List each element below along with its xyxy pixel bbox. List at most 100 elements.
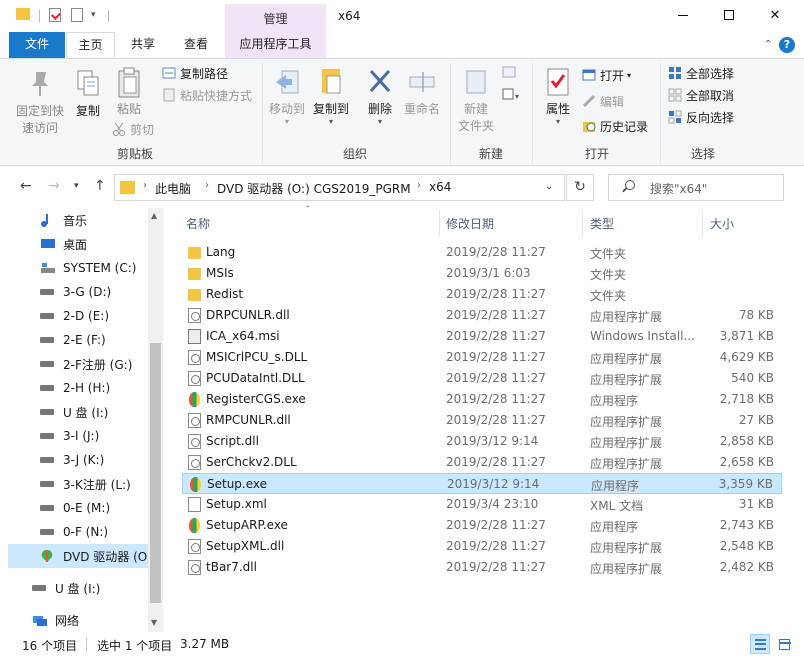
- copy-path-button[interactable]: 复制路径: [162, 63, 228, 83]
- pin-quick-access-button[interactable]: 固定到快 速访问: [10, 69, 70, 136]
- open-button[interactable]: 打开 ▾: [582, 65, 631, 85]
- pin-icon: [27, 69, 53, 99]
- table-row[interactable]: MSIs 2019/3/1 6:03 文件夹: [182, 263, 782, 284]
- tab-share[interactable]: 共享: [119, 32, 167, 58]
- breadcrumb-x64[interactable]: x64: [429, 180, 451, 194]
- file-type: 应用程序: [590, 520, 639, 534]
- close-button[interactable]: ✕: [752, 0, 798, 30]
- properties-button[interactable]: 属性 ▾: [540, 67, 576, 126]
- table-row[interactable]: SetupARP.exe 2019/2/28 11:27 应用程序 2,743 KB: [182, 515, 782, 536]
- forward-button[interactable]: →: [48, 178, 60, 194]
- file-date: 2019/2/28 11:27: [446, 392, 546, 406]
- manage-context-tab[interactable]: 管理: [225, 4, 326, 32]
- table-row[interactable]: Script.dll 2019/3/12 9:14 应用程序扩展 2,858 KB: [182, 431, 782, 452]
- properties-quick-icon[interactable]: [49, 8, 61, 22]
- table-row[interactable]: SerChckv2.DLL 2019/2/28 11:27 应用程序扩展 2,658 …: [182, 452, 782, 473]
- table-row[interactable]: Lang 2019/2/28 11:27 文件夹: [182, 242, 782, 263]
- table-row[interactable]: PCUDataIntl.DLL 2019/2/28 11:27 应用程序扩展 540 …: [182, 368, 782, 389]
- drive-icon: [40, 309, 56, 323]
- file-type: 应用程序扩展: [590, 415, 663, 429]
- table-row[interactable]: Setup.exe 2019/3/12 9:14 应用程序 3,359 KB: [182, 473, 782, 494]
- file-size: 2,718 KB: [719, 392, 774, 406]
- table-row[interactable]: tBar7.dll 2019/2/28 11:27 应用程序扩展 2,482 KB: [182, 557, 782, 578]
- new-folder-button[interactable]: 新建 文件夹: [454, 67, 498, 134]
- delete-button[interactable]: 删除 ▾: [364, 67, 396, 126]
- recent-locations-icon[interactable]: ▾: [74, 181, 79, 191]
- details-view-button[interactable]: [750, 634, 770, 654]
- dll-file-icon: [188, 371, 201, 386]
- file-type: 应用程序扩展: [590, 436, 663, 450]
- sidebar-item-dvd-o[interactable]: DVD 驱动器 (O:: [8, 544, 148, 568]
- tab-file[interactable]: 文件: [9, 32, 65, 58]
- tab-view[interactable]: 查看: [172, 32, 220, 58]
- chevron-down-icon[interactable]: ⌄: [545, 181, 553, 192]
- navigation-scrollbar[interactable]: ▲ ▼: [148, 208, 163, 632]
- history-icon: [582, 119, 596, 133]
- table-row[interactable]: RegisterCGS.exe 2019/2/28 11:27 应用程序 2,718 …: [182, 389, 782, 410]
- invert-selection-button[interactable]: 反向选择: [668, 107, 734, 127]
- search-input[interactable]: 搜索"x64": [608, 174, 784, 201]
- file-name: PCUDataIntl.DLL: [206, 371, 305, 385]
- file-date: 2019/3/4 23:10: [446, 497, 539, 511]
- address-bar[interactable]: › 此电脑 › DVD 驱动器 (O:) CGS2019_PGRM › x64 …: [114, 174, 565, 201]
- breadcrumb-this-pc[interactable]: 此电脑: [155, 180, 191, 197]
- usb-drive-icon: [40, 405, 56, 419]
- file-date: 2019/2/28 11:27: [446, 539, 546, 553]
- file-size: 31 KB: [738, 497, 774, 511]
- new-folder-quick-icon[interactable]: [71, 8, 83, 22]
- table-row[interactable]: MSICrlPCU_s.DLL 2019/2/28 11:27 应用程序扩展 4,62…: [182, 347, 782, 368]
- select-none-button[interactable]: 全部取消: [668, 85, 734, 105]
- table-row[interactable]: RMPCUNLR.dll 2019/2/28 11:27 应用程序扩展 27 KB: [182, 410, 782, 431]
- minimize-button[interactable]: [660, 0, 706, 30]
- tab-app-tools[interactable]: 应用程序工具: [225, 32, 326, 58]
- paste-shortcut-button[interactable]: 粘贴快捷方式: [162, 85, 252, 105]
- help-icon[interactable]: ?: [779, 37, 795, 53]
- status-selection: 选中 1 个项目: [97, 639, 173, 653]
- pin-label-1: 固定到快: [15, 104, 64, 118]
- collapse-ribbon-icon[interactable]: ⌃: [764, 39, 772, 50]
- table-row[interactable]: SetupXML.dll 2019/2/28 11:27 应用程序扩展 2,548 K…: [182, 536, 782, 557]
- new-item-button[interactable]: [500, 65, 524, 84]
- select-all-button[interactable]: 全部选择: [668, 63, 734, 83]
- invert-selection-label: 反向选择: [686, 110, 735, 125]
- file-date: 2019/3/12 9:14: [447, 477, 540, 491]
- refresh-button[interactable]: ↻: [566, 174, 594, 201]
- table-row[interactable]: Redist 2019/2/28 11:27 文件夹: [182, 284, 782, 305]
- chevron-up-icon[interactable]: ▲: [151, 211, 157, 220]
- table-row[interactable]: DRPCUNLR.dll 2019/2/28 11:27 应用程序扩展 78 KB: [182, 305, 782, 326]
- history-button[interactable]: 历史记录: [582, 116, 648, 136]
- column-type[interactable]: 类型: [590, 215, 614, 232]
- large-icons-view-button[interactable]: [774, 634, 794, 654]
- new-item-icon: [502, 66, 516, 78]
- drive-icon: [40, 285, 56, 299]
- up-button[interactable]: ↑: [94, 178, 106, 194]
- paste-shortcut-icon: [162, 88, 176, 102]
- sidebar-item-label: 3-J (K:): [63, 453, 105, 467]
- edit-button[interactable]: 编辑: [582, 91, 624, 111]
- breadcrumb-dvd-drive[interactable]: DVD 驱动器 (O:) CGS2019_PGRM: [217, 180, 411, 197]
- exe-file-icon: [189, 392, 200, 407]
- chevron-down-icon[interactable]: ▾: [91, 10, 96, 20]
- file-size: 2,743 KB: [719, 518, 774, 532]
- paste-button[interactable]: 粘贴: [112, 67, 146, 117]
- move-to-button[interactable]: 移动到 ▾: [266, 67, 308, 126]
- file-type: 文件夹: [590, 289, 627, 303]
- table-row[interactable]: ICA_x64.msi 2019/2/28 11:27 Windows Instal…: [182, 326, 782, 347]
- column-name[interactable]: 名称: [186, 215, 210, 232]
- file-name: RegisterCGS.exe: [206, 392, 306, 406]
- scroll-thumb[interactable]: [150, 343, 161, 603]
- column-date[interactable]: 修改日期: [446, 215, 494, 232]
- easy-access-button[interactable]: ▾: [500, 87, 524, 106]
- copy-button[interactable]: 复制: [71, 69, 105, 119]
- rename-button[interactable]: 重命名: [400, 67, 444, 117]
- back-button[interactable]: ←: [20, 178, 32, 194]
- sidebar-item-label: U 盘 (I:): [63, 405, 109, 420]
- properties-icon: [545, 67, 571, 97]
- tab-home[interactable]: 主页: [66, 32, 115, 59]
- column-size[interactable]: 大小: [710, 215, 734, 232]
- table-row[interactable]: Setup.xml 2019/3/4 23:10 XML 文档 31 KB: [182, 494, 782, 515]
- maximize-button[interactable]: [706, 0, 752, 30]
- copy-to-button[interactable]: 复制到 ▾: [310, 67, 352, 126]
- cut-button[interactable]: 剪切: [112, 119, 154, 139]
- chevron-down-icon[interactable]: ▼: [151, 618, 157, 627]
